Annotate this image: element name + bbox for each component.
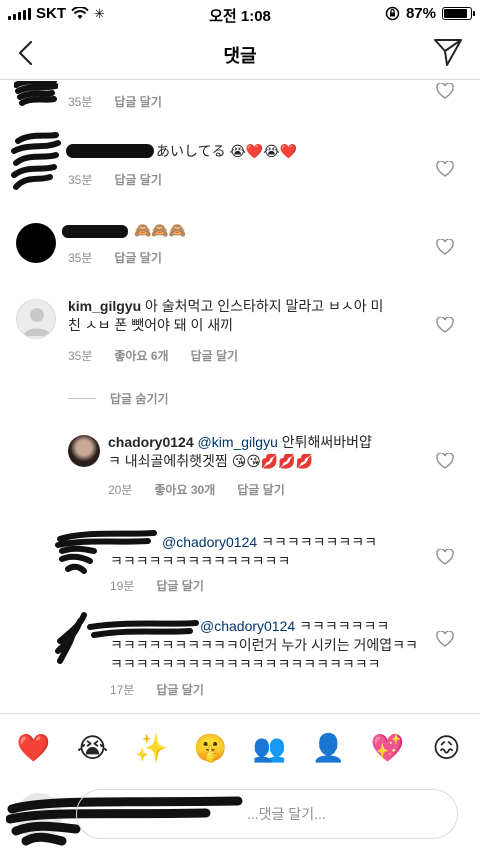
redacted-avatar bbox=[14, 81, 58, 106]
reply-button[interactable]: 답글 달기 bbox=[191, 347, 239, 364]
comment-time: 17분 bbox=[110, 683, 135, 697]
comment-text: あいしてる 😭❤️😭❤️ bbox=[156, 143, 298, 159]
redacted-avatar bbox=[11, 132, 61, 190]
page-title: 댓글 bbox=[223, 46, 257, 66]
comment-input-placeholder: ...댓글 달기... bbox=[247, 806, 326, 822]
comment-username[interactable]: kim_gilgyu bbox=[68, 298, 141, 314]
hide-replies-button[interactable]: 답글 숨기기 bbox=[68, 390, 169, 407]
emoji-people-button[interactable]: 👥 bbox=[250, 728, 290, 768]
redacted-username bbox=[62, 225, 128, 238]
comment-text-cont: ㅋ 내쇠골에취햇겟찜 😘😘💋💋💋 bbox=[108, 453, 314, 469]
hide-replies-label: 답글 숨기기 bbox=[110, 392, 169, 406]
comment-body: kim_gilgyu 아 술처먹고 인스타하지 말라고 ㅂㅅ아 미 친 ㅅㅂ 폰… bbox=[68, 297, 428, 335]
mention-link[interactable]: @kim_gilgyu bbox=[198, 434, 278, 450]
reply-button[interactable]: 답글 달기 bbox=[114, 171, 162, 188]
divider bbox=[68, 398, 96, 399]
comment-time: 35분 bbox=[68, 349, 93, 363]
comment-text: ㅋㅋㅋㅋㅋㅋㅋㅋㅋ bbox=[261, 534, 377, 550]
reply-button[interactable]: 답글 달기 bbox=[156, 681, 204, 698]
emoji-shush-button[interactable]: 🤫 bbox=[191, 728, 231, 768]
comment-input[interactable]: ...댓글 달기... bbox=[76, 789, 458, 839]
redacted-avatar bbox=[16, 223, 56, 263]
reply-button[interactable]: 답글 달기 bbox=[156, 577, 204, 594]
heart-icon[interactable] bbox=[436, 83, 454, 99]
comment-text-cont: ㅋㅋㅋㅋㅋㅋㅋㅋㅋㅋ이런거 누가 시키는 거에엽ㅋㅋ bbox=[110, 637, 418, 653]
comment-body: @chadory0124 ㅋㅋㅋㅋㅋㅋㅋㅋㅋ ㅋㅋㅋㅋㅋㅋㅋㅋㅋㅋㅋㅋㅋㅋ bbox=[110, 533, 440, 571]
likes-count[interactable]: 좋아요 6개 bbox=[114, 347, 168, 364]
emoji-crying-button[interactable]: 😭 bbox=[73, 728, 113, 768]
comment-text: ㅋㅋㅋㅋㅋㅋㅋ bbox=[299, 618, 390, 634]
heart-icon[interactable] bbox=[436, 453, 454, 469]
comment-text: 안튀해써바버얍 bbox=[281, 434, 372, 450]
emoji-sparkle-heart-button[interactable]: 💖 bbox=[368, 728, 408, 768]
mention-link[interactable]: @chadory0124 bbox=[110, 534, 257, 550]
reply-button[interactable]: 답글 달기 bbox=[114, 249, 162, 266]
direct-send-icon[interactable] bbox=[432, 36, 464, 68]
heart-icon[interactable] bbox=[436, 631, 454, 647]
reply-button[interactable]: 답글 달기 bbox=[114, 93, 162, 110]
default-profile-icon bbox=[23, 308, 51, 336]
avatar[interactable] bbox=[68, 435, 100, 467]
status-bar: SKT ✳ 오전 1:08 87% bbox=[0, 0, 480, 28]
comment-text: 🙈🙈🙈 bbox=[134, 222, 187, 238]
reply-button[interactable]: 답글 달기 bbox=[237, 481, 285, 498]
comment-username[interactable]: chadory0124 bbox=[108, 434, 194, 450]
redacted-username bbox=[66, 144, 154, 158]
comment-text-cont: ㅋㅋㅋㅋㅋㅋㅋㅋㅋㅋㅋㅋㅋㅋ bbox=[110, 553, 291, 569]
heart-icon[interactable] bbox=[436, 239, 454, 255]
avatar[interactable] bbox=[16, 299, 56, 339]
likes-count[interactable]: 좋아요 30개 bbox=[154, 481, 215, 498]
emoji-sparkles-button[interactable]: ✨ bbox=[132, 728, 172, 768]
comment-text-cont: 친 ㅅㅂ 폰 뺏어야 돼 이 새끼 bbox=[68, 317, 234, 333]
battery-percent: 87% bbox=[405, 5, 436, 22]
heart-icon[interactable] bbox=[436, 549, 454, 565]
comment-text: 아 술처먹고 인스타하지 말라고 ㅂㅅ아 미 bbox=[145, 298, 384, 314]
comments-list: 35분 답글 달기 あいしてる 😭❤️😭❤️ 35분 답글 달기 🙈🙈🙈 35분… bbox=[0, 81, 480, 713]
heart-icon[interactable] bbox=[436, 317, 454, 333]
rotation-lock-icon bbox=[385, 6, 400, 21]
quick-emoji-bar: ❤️ 😭 ✨ 🤫 👥 👤 💖 😖 bbox=[0, 713, 480, 781]
heart-icon[interactable] bbox=[436, 161, 454, 177]
comment-time: 35분 bbox=[68, 173, 93, 187]
comment-body: chadory0124 @kim_gilgyu 안튀해써바버얍 ㅋ 내쇠골에취햇… bbox=[108, 433, 438, 471]
comment-input-bar: ...댓글 달기... bbox=[0, 781, 480, 854]
comment-text-cont2: ㅋㅋㅋㅋㅋㅋㅋㅋㅋㅋㅋㅋㅋㅋㅋㅋㅋㅋㅋㅋㅋ bbox=[110, 656, 381, 672]
comment-time: 20분 bbox=[108, 483, 133, 497]
battery-icon bbox=[442, 7, 475, 20]
nav-bar: 댓글 bbox=[0, 28, 480, 80]
comment-time: 35분 bbox=[68, 251, 93, 265]
comment-body: @chadory0124 ㅋㅋㅋㅋㅋㅋㅋ ㅋㅋㅋㅋㅋㅋㅋㅋㅋㅋ이런거 누가 시키… bbox=[110, 617, 440, 674]
mention-link[interactable]: @chadory0124 bbox=[110, 618, 295, 634]
comment-time: 19분 bbox=[110, 579, 135, 593]
emoji-confounded-button[interactable]: 😖 bbox=[427, 728, 467, 768]
comment-time: 35분 bbox=[68, 95, 93, 109]
emoji-person-button[interactable]: 👤 bbox=[309, 728, 349, 768]
emoji-heart-button[interactable]: ❤️ bbox=[14, 728, 54, 768]
